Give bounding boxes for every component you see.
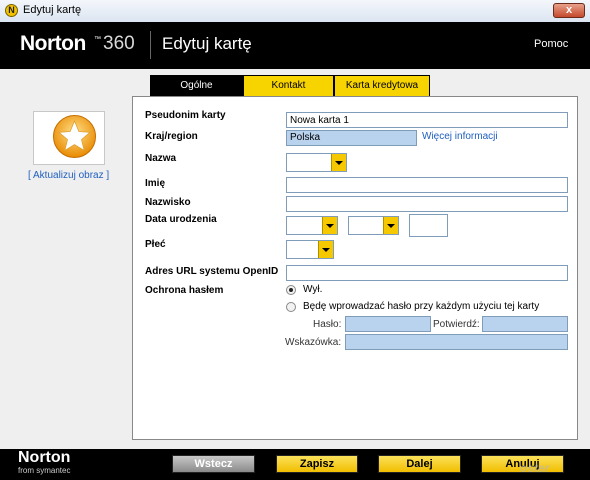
hint-label: Wskazówka: — [285, 337, 342, 348]
confirm-password-label: Potwierdź: — [433, 319, 480, 330]
last-name-input[interactable] — [286, 196, 568, 212]
password-protection-label: Ochrona hasłem — [145, 285, 224, 296]
window-title-bar — [0, 0, 590, 23]
header-divider — [150, 31, 151, 59]
gender-dropdown[interactable] — [286, 240, 334, 259]
footer-symantec-text: from symantec — [18, 466, 71, 475]
birth-date-label: Data urodzenia — [145, 214, 217, 225]
password-on-radio[interactable] — [286, 302, 296, 312]
trademark-mark: ™ — [94, 36, 101, 43]
first-name-input[interactable] — [286, 177, 568, 193]
product-version: 360 — [103, 33, 135, 54]
openid-label: Adres URL systemu OpenID — [145, 266, 279, 277]
footer-norton-logo: Norton — [18, 449, 71, 466]
back-button[interactable]: Wstecz — [172, 455, 255, 473]
chevron-down-icon — [331, 154, 346, 171]
window-title: Edytuj kartę — [23, 4, 82, 16]
close-button[interactable]: x — [553, 3, 585, 18]
gender-label: Płeć — [145, 239, 166, 250]
name-title-dropdown[interactable] — [286, 153, 347, 172]
password-label: Hasło: — [313, 319, 342, 330]
password-off-radio[interactable] — [286, 285, 296, 295]
more-info-link[interactable]: Więcej informacji — [422, 131, 498, 142]
name-label: Nazwa — [145, 153, 177, 164]
birth-month-dropdown[interactable] — [348, 216, 399, 235]
birth-day-dropdown[interactable] — [286, 216, 338, 235]
last-name-label: Nazwisko — [145, 197, 191, 208]
chevron-down-icon — [383, 217, 398, 234]
password-off-label: Wył. — [303, 284, 323, 295]
country-label: Kraj/region — [145, 131, 198, 142]
openid-input[interactable] — [286, 265, 568, 281]
next-button[interactable]: Dalej — [378, 455, 461, 473]
save-button[interactable]: Zapisz — [276, 455, 358, 473]
chevron-down-icon — [318, 241, 333, 258]
confirm-password-input[interactable] — [482, 316, 568, 332]
password-on-label: Będę wprowadzać hasło przy każdym użyciu… — [303, 301, 540, 312]
birth-year-input[interactable] — [409, 214, 448, 237]
update-image-link[interactable]: [ Aktualizuj obraz ] — [28, 170, 109, 181]
watermark: oster — [520, 461, 550, 475]
first-name-label: Imię — [145, 178, 166, 189]
country-field[interactable]: Polska — [286, 130, 417, 146]
tab-general[interactable]: Ogólne — [150, 75, 243, 97]
password-input[interactable] — [345, 316, 431, 332]
nickname-label: Pseudonim karty — [145, 110, 226, 121]
star-avatar-icon — [53, 115, 96, 158]
tab-credit-card[interactable]: Karta kredytowa — [334, 75, 430, 97]
nickname-input[interactable] — [286, 112, 568, 128]
page-title: Edytuj kartę — [162, 34, 252, 53]
tab-contact[interactable]: Kontakt — [243, 75, 334, 97]
norton-app-icon: N — [5, 4, 18, 17]
app-header — [0, 22, 590, 69]
hint-input[interactable] — [345, 334, 568, 350]
norton-logo: Norton — [20, 32, 86, 55]
chevron-down-icon — [322, 217, 337, 234]
help-link[interactable]: Pomoc — [534, 38, 568, 50]
